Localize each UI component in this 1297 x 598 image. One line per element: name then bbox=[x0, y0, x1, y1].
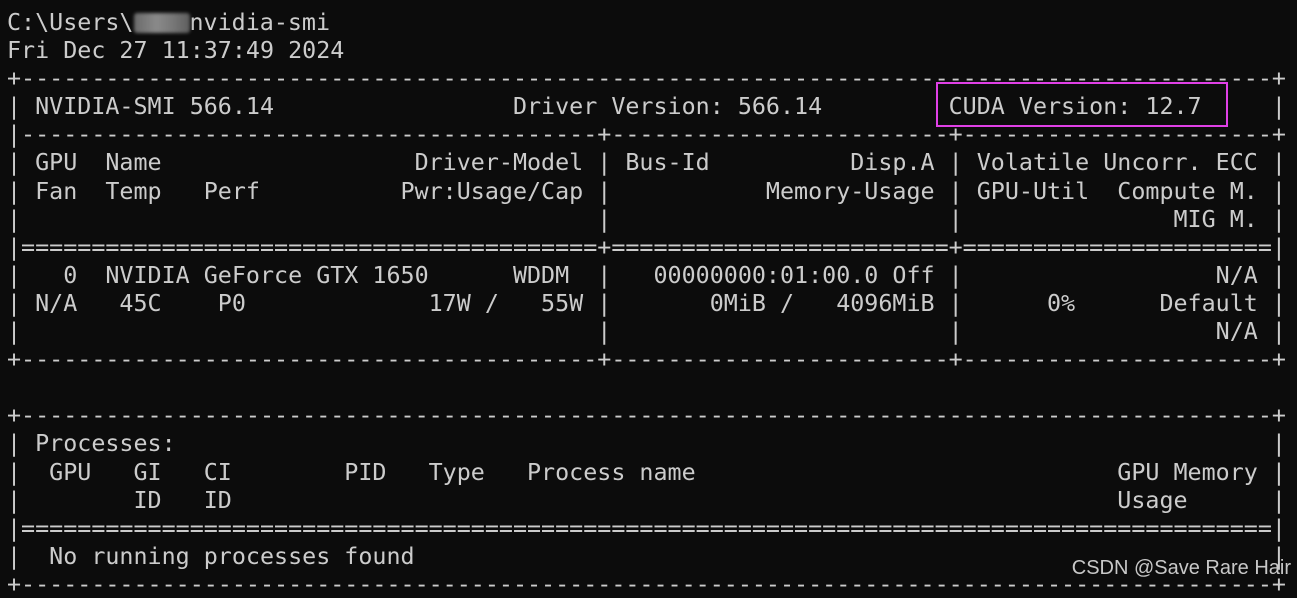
table-rule-bottom: +---------------------------------------… bbox=[7, 345, 1286, 374]
gpu-row-2: | N/A 45C P0 17W / 55W | 0MiB / 4096MiB … bbox=[7, 288, 1286, 317]
timestamp: Fri Dec 27 11:37:49 2024 bbox=[7, 36, 345, 65]
prompt-command: nvidia-smi bbox=[189, 8, 331, 36]
gpu-row-3: | | | N/A | bbox=[7, 317, 1286, 346]
prompt-path: C:\Users\ bbox=[7, 8, 134, 36]
prompt-line: C:\Users\ nvidia-smi bbox=[7, 8, 1286, 36]
processes-rule-top: +---------------------------------------… bbox=[7, 401, 1286, 430]
processes-rule-double: |=======================================… bbox=[7, 513, 1286, 542]
column-header-row-2: | Fan Temp Perf Pwr:Usage/Cap | Memory-U… bbox=[7, 176, 1286, 205]
cuda-version-highlight-box bbox=[936, 82, 1228, 127]
column-header-row-3: | | | MIG M. | bbox=[7, 204, 1286, 233]
processes-title: | Processes: | bbox=[7, 429, 1286, 458]
column-header-row-1: | GPU Name Driver-Model | Bus-Id Disp.A … bbox=[7, 148, 1286, 177]
table-rule-double: |=======================================… bbox=[7, 232, 1286, 261]
redacted-username bbox=[133, 13, 190, 33]
processes-header-1: | GPU GI CI PID Type Process name GPU Me… bbox=[7, 457, 1286, 486]
processes-header-2: | ID ID Usage | bbox=[7, 485, 1286, 514]
watermark: CSDN @Save Rare Hair bbox=[1071, 557, 1291, 579]
gpu-row-1: | 0 NVIDIA GeForce GTX 1650 WDDM | 00000… bbox=[7, 260, 1286, 289]
